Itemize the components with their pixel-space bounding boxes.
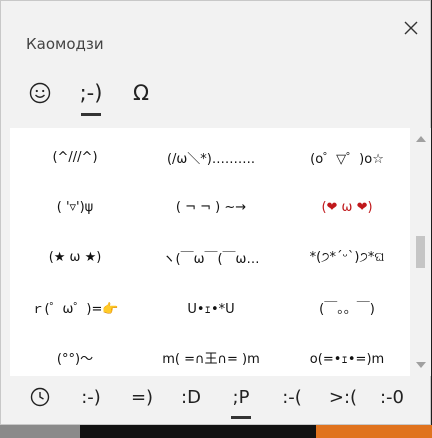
background-strip xyxy=(80,425,316,438)
kaomoji-panel: Каомодзи ;-) Ω (^///^) (/ω＼*)………. (o゜▽゜)… xyxy=(0,0,431,425)
close-icon xyxy=(404,21,418,35)
tab-angry-label: >:( xyxy=(328,386,358,408)
smiley-face-icon xyxy=(29,82,51,104)
kaomoji-item[interactable]: (°°)～ xyxy=(10,344,140,370)
tab-wink[interactable]: ;P xyxy=(225,383,257,419)
tab-laugh[interactable]: :D xyxy=(175,383,207,411)
active-tab-indicator xyxy=(81,113,101,116)
kaomoji-item[interactable]: (￣。。￣) xyxy=(282,294,410,320)
kaomoji-item[interactable]: (❤ ω ❤) xyxy=(282,194,410,220)
kaomoji-item[interactable]: U•ｪ•*U xyxy=(146,294,276,320)
recent-clock-icon xyxy=(30,387,50,407)
tab-happy[interactable]: :-) xyxy=(75,383,107,411)
background-strip xyxy=(316,425,432,438)
tab-sad[interactable]: :-( xyxy=(275,383,309,411)
panel-title: Каомодзи xyxy=(26,35,104,53)
kaomoji-item[interactable]: (/ω＼*)………. xyxy=(146,144,276,170)
kaomoji-item[interactable]: ｒ(゜ω゜)=👉 xyxy=(10,294,140,320)
background-strip xyxy=(0,425,80,438)
kaomoji-item[interactable]: (^///^) xyxy=(10,144,140,170)
tab-symbols[interactable]: Ω xyxy=(127,73,155,113)
active-subtab-indicator xyxy=(231,416,251,419)
kaomoji-item[interactable]: (★ ω ★) xyxy=(10,244,140,270)
tab-recent[interactable] xyxy=(28,383,52,411)
kaomoji-item[interactable]: m( =∩王∩= )m xyxy=(146,344,276,370)
tab-kaomoji[interactable]: ;-) xyxy=(74,73,108,116)
omega-symbol-icon: Ω xyxy=(132,81,150,105)
scroll-up-arrow-icon[interactable] xyxy=(414,132,428,146)
tab-kaomoji-label: ;-) xyxy=(79,81,103,105)
close-button[interactable] xyxy=(399,16,423,40)
kaomoji-grid: (^///^) (/ω＼*)………. (o゜▽゜)o☆ ( '▿')ψ ( ¬ … xyxy=(10,128,410,376)
tab-angry[interactable]: >:( xyxy=(325,383,361,411)
vertical-scrollbar[interactable] xyxy=(411,128,431,376)
tab-happy-label: :-) xyxy=(81,386,101,408)
tab-emoji[interactable] xyxy=(26,73,54,113)
tab-smile-label: =) xyxy=(130,386,154,408)
scrollbar-thumb[interactable] xyxy=(416,236,425,268)
kaomoji-subcategory-bar: :-) =) :D ;P :-( >:( :-0 xyxy=(1,379,432,425)
tab-sad-label: :-( xyxy=(282,386,302,408)
kaomoji-item[interactable]: ( '▿')ψ xyxy=(10,194,140,220)
tab-laugh-label: :D xyxy=(181,386,201,408)
tab-surprised[interactable]: :-0 xyxy=(375,383,409,411)
scroll-down-arrow-icon[interactable] xyxy=(414,358,428,372)
tab-wink-label: ;P xyxy=(232,386,250,408)
kaomoji-item[interactable]: o(=•ｪ•=)m xyxy=(282,344,410,370)
tab-smile[interactable]: =) xyxy=(127,383,157,411)
kaomoji-item[interactable]: ヽ(￣ω￣(￣ω… xyxy=(146,244,276,270)
kaomoji-item[interactable]: ( ¬ ¬ ) ~→ xyxy=(146,194,276,220)
kaomoji-item[interactable]: *(੭*ˊᵕˋ)੭*ଘ xyxy=(282,244,410,270)
kaomoji-item[interactable]: (o゜▽゜)o☆ xyxy=(282,144,410,170)
tab-surprised-label: :-0 xyxy=(379,386,404,408)
